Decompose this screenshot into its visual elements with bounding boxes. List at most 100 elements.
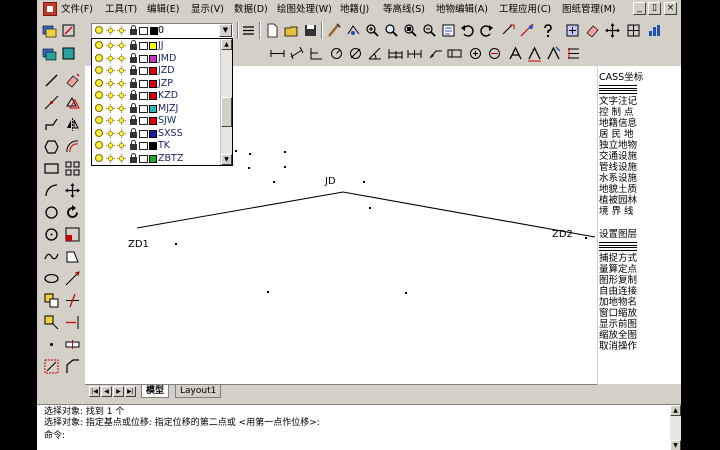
layer-manager-icon[interactable] (41, 22, 58, 39)
layer-list-scrollbar[interactable]: ▲ ▼ (220, 39, 232, 165)
layer-vp-thaw-icon[interactable] (117, 128, 126, 138)
screen-menu-tool[interactable]: 缩放全图 (598, 330, 681, 341)
rotate-icon[interactable] (64, 204, 81, 221)
menu-contour[interactable]: 等高线(S) (383, 3, 425, 16)
scroll-up-icon[interactable]: ▲ (670, 405, 681, 416)
layer-plot-icon[interactable] (139, 154, 148, 163)
layer-on-icon[interactable] (95, 41, 103, 49)
command-prompt[interactable]: 命令: (44, 431, 65, 442)
dim-ordinate-icon[interactable] (307, 45, 324, 62)
stretch-icon[interactable] (64, 248, 81, 265)
dim-update-icon[interactable] (545, 45, 562, 62)
layer-lock-icon[interactable] (130, 127, 137, 138)
screen-menu-item[interactable]: 文字注记 (598, 96, 681, 107)
screen-menu-item[interactable]: 地貌土质 (598, 184, 681, 195)
lineweight-icon[interactable] (240, 22, 257, 39)
screen-menu-tool[interactable]: 捕捉方式 (598, 253, 681, 264)
tolerance-icon[interactable] (446, 45, 463, 62)
menu-view[interactable]: 显示(V) (191, 3, 224, 16)
grid-icon[interactable] (625, 22, 642, 39)
layer-lock-icon[interactable] (130, 102, 137, 113)
layer-option[interactable]: MJZJ (92, 102, 220, 115)
layer-combo[interactable]: 0 ▼ (91, 23, 233, 38)
layer-on-icon[interactable] (95, 91, 103, 99)
layer-vp-thaw-icon[interactable] (117, 103, 126, 113)
layer-on-icon[interactable] (95, 53, 103, 62)
layer-thaw-icon[interactable] (106, 116, 115, 125)
center-mark-icon[interactable] (467, 45, 484, 62)
layer-option[interactable]: SXSS (92, 127, 220, 140)
layer-vp-thaw-icon[interactable] (117, 153, 126, 163)
layer-thaw-icon[interactable] (106, 78, 115, 88)
combo-dropdown-arrow-icon[interactable]: ▼ (219, 24, 232, 37)
layer-plot-icon[interactable] (139, 117, 148, 125)
mirror-icon[interactable] (64, 116, 81, 133)
spline-icon[interactable] (43, 248, 60, 265)
layer-on-icon[interactable] (95, 78, 103, 87)
tab-last-icon[interactable]: ▶| (125, 386, 136, 397)
screen-menu-tool[interactable]: 图形复制 (598, 275, 681, 286)
layer-option[interactable]: KZD (92, 90, 220, 102)
dimension-icon[interactable] (500, 22, 517, 39)
app-icon[interactable] (43, 2, 57, 16)
layer-option[interactable]: TK (92, 140, 220, 152)
add-feature-icon[interactable] (564, 22, 581, 39)
screen-menu-settings-title[interactable]: 设置图层 (598, 229, 681, 240)
layer-option[interactable]: JJ (92, 40, 220, 52)
screen-menu-item[interactable]: 境 界 线 (598, 206, 681, 217)
polygon-icon[interactable] (43, 138, 60, 155)
revcloud-icon[interactable] (43, 226, 60, 243)
dim-aligned-icon[interactable] (288, 45, 305, 62)
screen-menu-item[interactable]: 控 制 点 (598, 107, 681, 118)
layer-lock-icon[interactable] (130, 90, 137, 100)
layer-on-icon[interactable] (95, 128, 103, 137)
layer-lock-icon[interactable] (130, 65, 137, 75)
layer-plot-icon[interactable] (139, 42, 148, 50)
layer-option[interactable]: JZP (92, 77, 220, 90)
layer-on-icon[interactable] (95, 116, 103, 124)
menu-feature-edit[interactable]: 地物编辑(A) (436, 3, 488, 16)
layer-on-icon[interactable] (95, 141, 103, 149)
layer-on-icon[interactable] (95, 153, 103, 162)
menu-drawing-process[interactable]: 绘图处理(W) (277, 3, 332, 16)
chart-icon[interactable] (646, 22, 663, 39)
help-icon[interactable] (539, 22, 556, 39)
new-file-icon[interactable] (264, 22, 281, 39)
move-icon[interactable] (64, 182, 81, 199)
eraser-icon[interactable] (584, 22, 601, 39)
array-icon[interactable] (64, 160, 81, 177)
circle-icon[interactable] (43, 204, 60, 221)
layer-thaw-icon[interactable] (106, 103, 115, 113)
screen-menu-item[interactable]: 植被园林 (598, 195, 681, 206)
layer-vp-thaw-icon[interactable] (117, 78, 126, 88)
command-scrollbar[interactable]: ▲ ▼ (670, 405, 681, 450)
layer-vp-thaw-icon[interactable] (117, 91, 126, 100)
layer-vp-thaw-icon[interactable] (117, 53, 126, 63)
layer-plot-icon[interactable] (139, 54, 148, 63)
restore-button[interactable]: ▯ (648, 2, 661, 15)
scroll-thumb[interactable] (221, 97, 232, 127)
lengthen-icon[interactable] (64, 270, 81, 287)
make-block-icon[interactable] (43, 314, 60, 331)
menu-data[interactable]: 数据(D) (234, 3, 268, 16)
close-button[interactable]: × (664, 2, 677, 15)
pan-icon[interactable] (364, 22, 381, 39)
scroll-down-icon[interactable]: ▼ (670, 440, 681, 450)
layer-thaw-icon[interactable] (106, 53, 115, 63)
screen-menu-tool[interactable]: 取消操作 (598, 341, 681, 352)
layer-plot-icon[interactable] (139, 79, 148, 88)
insert-block-icon[interactable] (43, 292, 60, 309)
menu-sheet-management[interactable]: 图纸管理(M) (562, 3, 616, 16)
screen-menu-tool[interactable]: 显示前图 (598, 319, 681, 330)
rectangle-icon[interactable] (43, 160, 60, 177)
layer-option[interactable]: JZD (92, 65, 220, 77)
menu-edit[interactable]: 编辑(E) (147, 3, 179, 16)
screen-menu-title[interactable]: CASS坐标 (598, 72, 681, 83)
menu-file[interactable]: 文件(F) (61, 3, 93, 16)
dim-radius-icon[interactable] (328, 45, 345, 62)
layer-vp-thaw-icon[interactable] (117, 41, 126, 50)
save-icon[interactable] (302, 22, 319, 39)
layer-lock-icon[interactable] (130, 152, 137, 163)
layer-thaw-icon[interactable] (106, 141, 115, 150)
match-properties-icon[interactable] (326, 22, 343, 39)
